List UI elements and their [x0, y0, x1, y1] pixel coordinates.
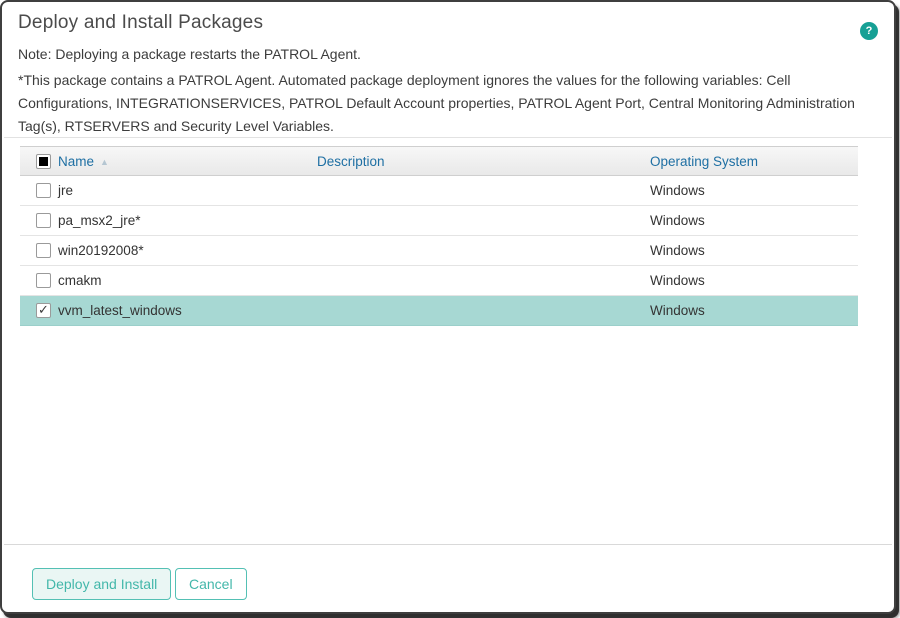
column-header-name[interactable]: Name▲	[58, 154, 109, 169]
row-checkbox[interactable]	[36, 213, 51, 228]
package-os: Windows	[650, 243, 705, 258]
table-body: jre Windows pa_msx2_jre* Windows win2019…	[20, 176, 858, 326]
package-os: Windows	[650, 303, 705, 318]
table-row[interactable]: jre Windows	[20, 176, 858, 206]
note-text: Note: Deploying a package restarts the P…	[18, 46, 361, 62]
table-row[interactable]: vvm_latest_windows Windows	[20, 296, 858, 326]
package-os: Windows	[650, 183, 705, 198]
deploy-install-dialog: Deploy and Install Packages ? Note: Depl…	[0, 0, 896, 614]
package-name: pa_msx2_jre*	[58, 213, 141, 228]
help-icon[interactable]: ?	[860, 22, 878, 40]
package-name: cmakm	[58, 273, 102, 288]
header-divider	[4, 137, 892, 138]
warning-text: *This package contains a PATROL Agent. A…	[18, 69, 876, 138]
package-name: vvm_latest_windows	[58, 303, 182, 318]
package-name: win20192008*	[58, 243, 144, 258]
packages-table: Name▲ Description Operating System jre W…	[20, 146, 858, 326]
select-all-checkbox[interactable]	[36, 154, 51, 169]
table-row[interactable]: pa_msx2_jre* Windows	[20, 206, 858, 236]
cancel-button[interactable]: Cancel	[175, 568, 247, 600]
row-checkbox[interactable]	[36, 303, 51, 318]
row-checkbox[interactable]	[36, 243, 51, 258]
row-checkbox[interactable]	[36, 183, 51, 198]
column-header-description[interactable]: Description	[317, 154, 385, 169]
dialog-title: Deploy and Install Packages	[18, 12, 263, 34]
package-name: jre	[58, 183, 73, 198]
sort-ascending-icon: ▲	[100, 157, 109, 167]
table-row[interactable]: cmakm Windows	[20, 266, 858, 296]
footer-divider	[4, 544, 892, 545]
package-os: Windows	[650, 273, 705, 288]
row-checkbox[interactable]	[36, 273, 51, 288]
table-row[interactable]: win20192008* Windows	[20, 236, 858, 266]
table-header-row: Name▲ Description Operating System	[20, 146, 858, 176]
column-header-os[interactable]: Operating System	[650, 154, 758, 169]
deploy-and-install-button[interactable]: Deploy and Install	[32, 568, 171, 600]
package-os: Windows	[650, 213, 705, 228]
